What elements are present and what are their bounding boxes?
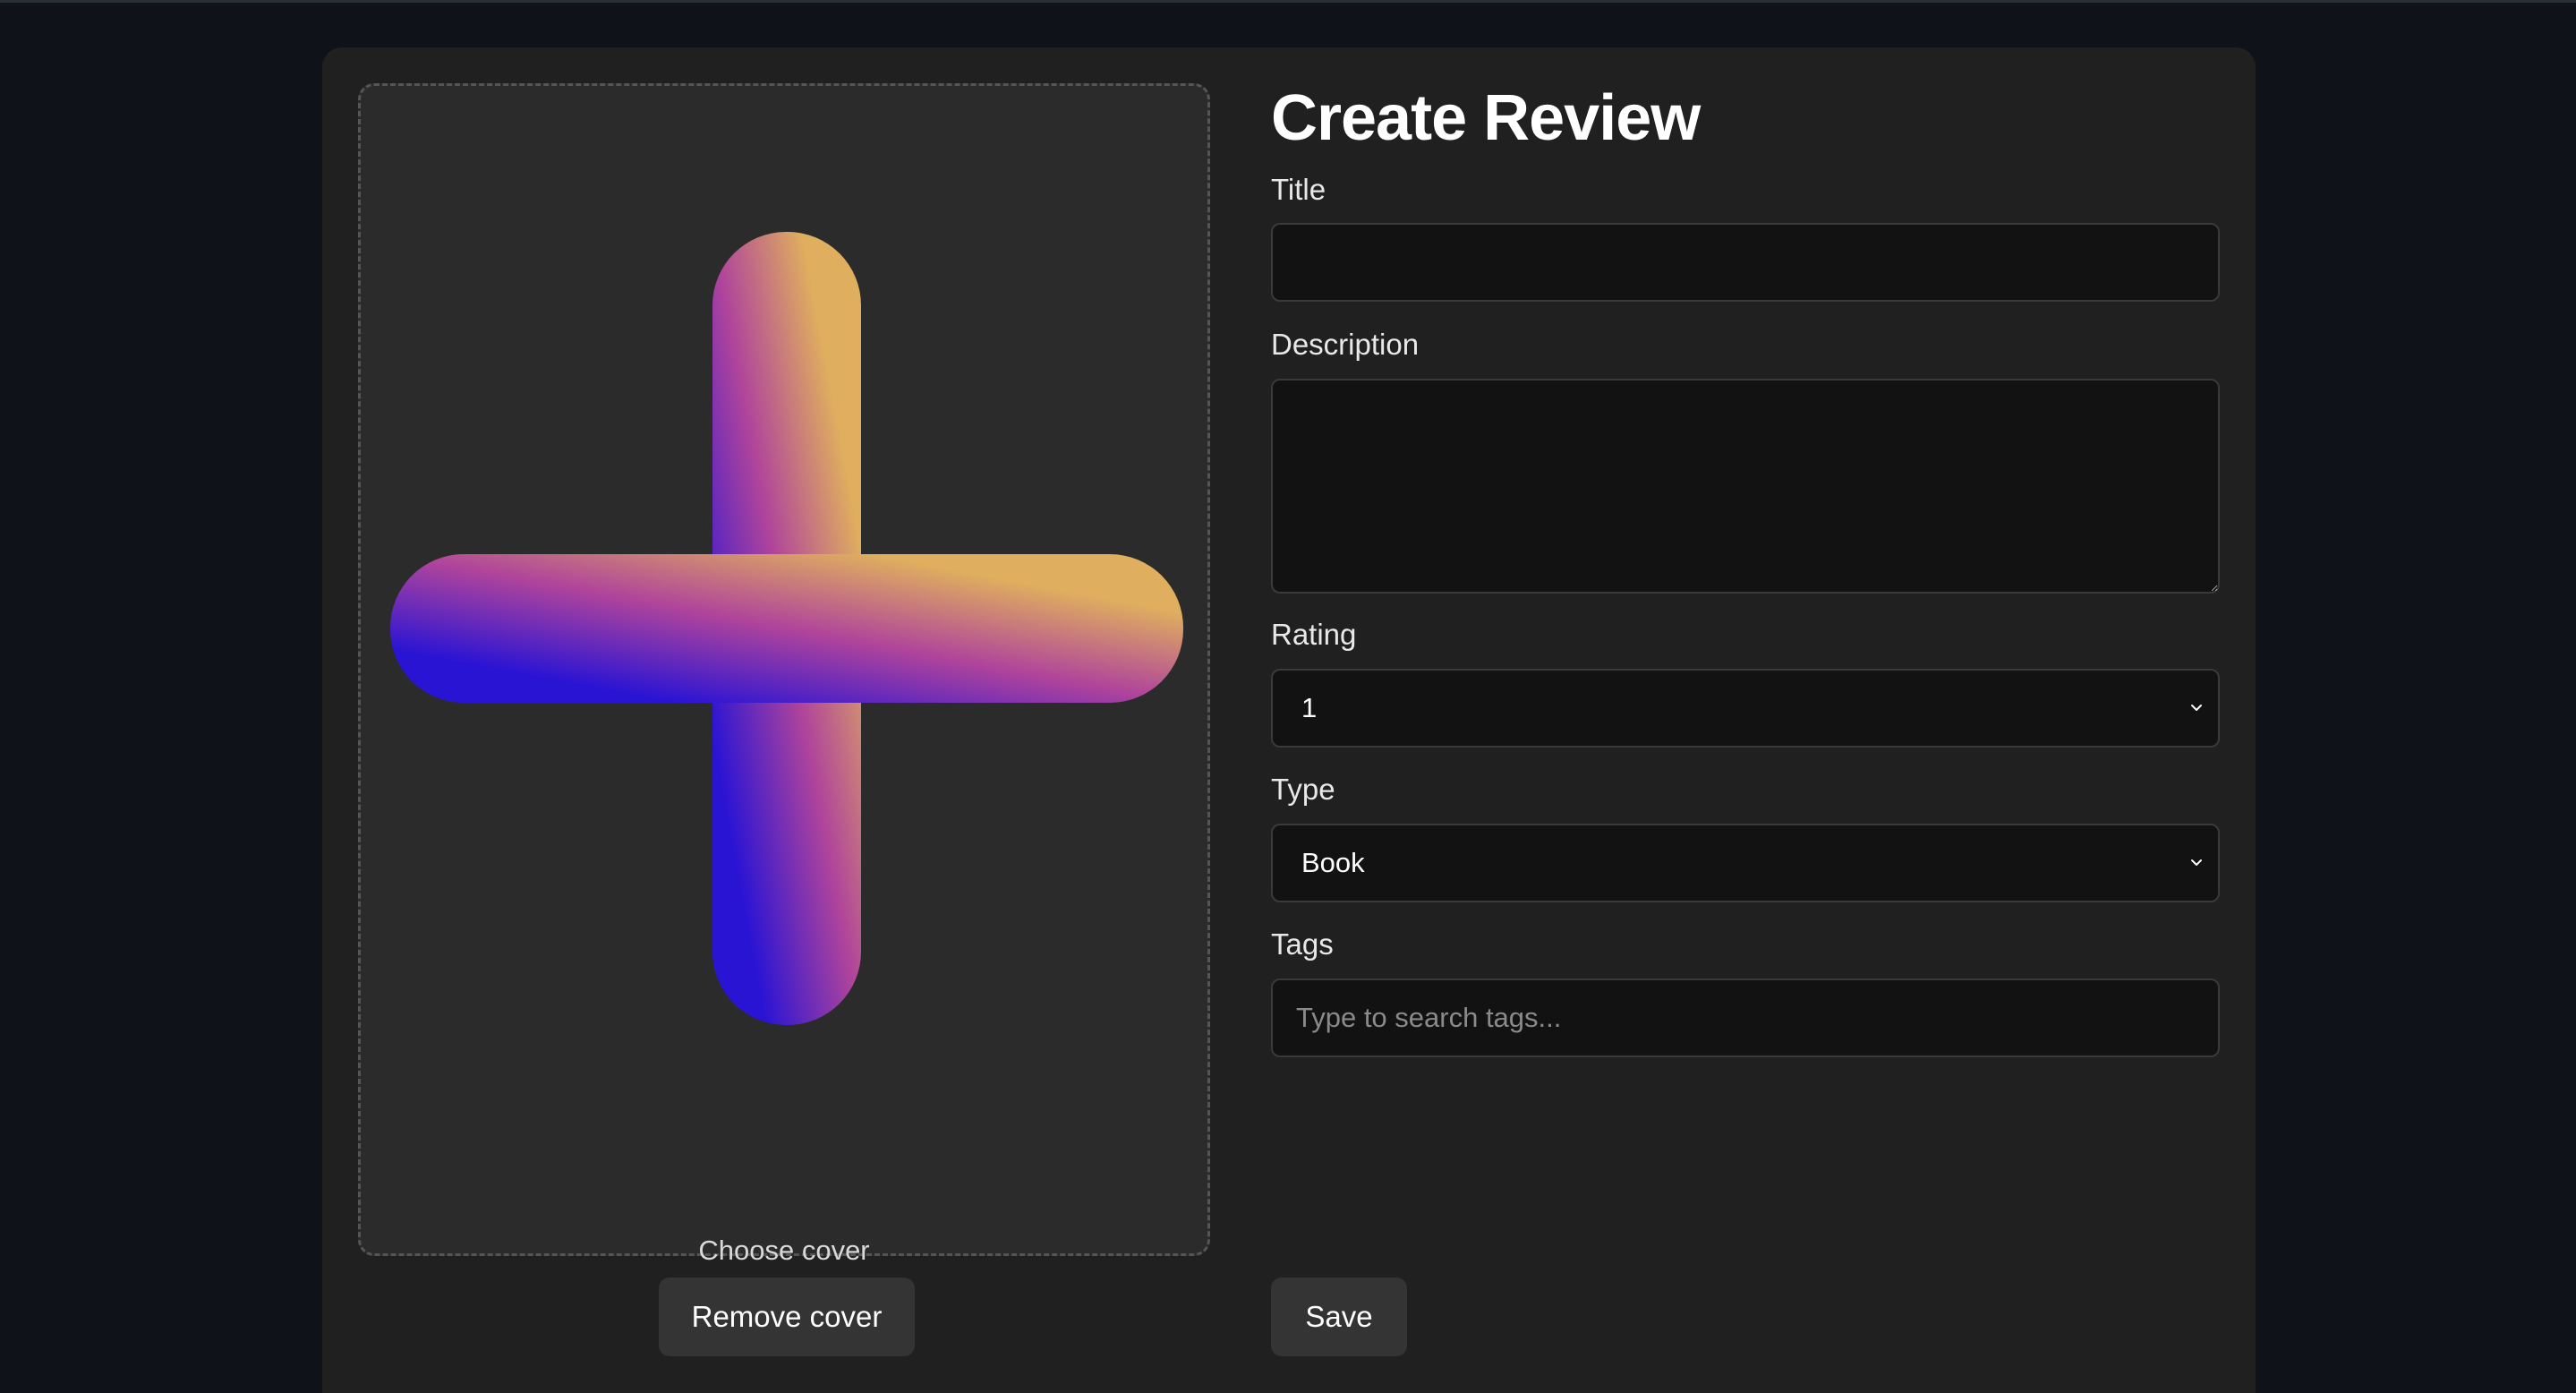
chevron-down-icon xyxy=(2191,859,2202,866)
type-selected-value: Book xyxy=(1301,847,1365,878)
cover-dropzone[interactable]: Choose cover xyxy=(358,83,1210,1266)
save-button[interactable]: Save xyxy=(1271,1278,1407,1356)
title-input[interactable] xyxy=(1271,223,2220,302)
title-label: Title xyxy=(1271,173,1326,206)
description-textarea[interactable] xyxy=(1271,379,2220,594)
rating-selected-value: 1 xyxy=(1301,692,1318,723)
choose-cover-label: Choose cover xyxy=(698,1235,870,1266)
tags-search-input[interactable] xyxy=(1271,979,2220,1057)
rating-label: Rating xyxy=(1271,618,1357,651)
plus-icon xyxy=(390,232,1183,1025)
chevron-down-icon xyxy=(2191,705,2202,711)
type-label: Type xyxy=(1271,773,1335,806)
type-select[interactable]: Book xyxy=(1271,824,2220,902)
top-border xyxy=(0,0,2576,3)
remove-cover-button[interactable]: Remove cover xyxy=(659,1278,915,1356)
create-review-card: Choose cover Remove cover Create Review … xyxy=(322,47,2256,1393)
rating-select[interactable]: 1 xyxy=(1271,669,2220,748)
tags-label: Tags xyxy=(1271,927,1334,961)
page-title: Create Review xyxy=(1271,82,1701,154)
description-label: Description xyxy=(1271,328,1420,361)
